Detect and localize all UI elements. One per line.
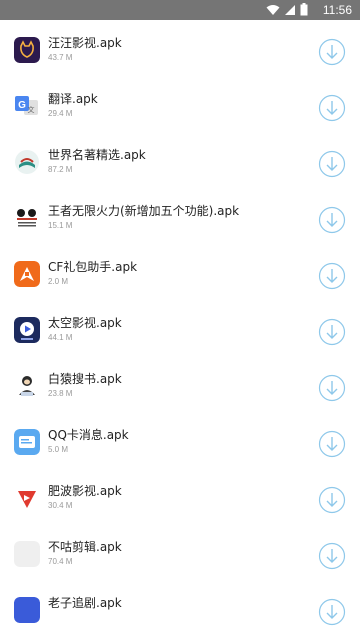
list-item[interactable]: CF礼包助手.apk 2.0 M [0, 244, 360, 300]
download-icon[interactable] [318, 150, 346, 178]
file-name: 王者无限火力(新增加五个功能).apk [48, 204, 240, 218]
file-size: 2.0 M [48, 277, 69, 286]
list-item[interactable]: 王者无限火力(新增加五个功能).apk 15.1 M [0, 188, 360, 244]
list-item[interactable]: 白猿搜书.apk 23.8 M [0, 356, 360, 412]
status-time: 11:56 [322, 3, 352, 17]
file-name: 翻译.apk [48, 92, 98, 106]
list-item[interactable]: 太空影视.apk 44.1 M [0, 300, 360, 356]
file-name: QQ卡消息.apk [48, 428, 129, 442]
file-size: 23.8 M [48, 389, 73, 398]
download-icon[interactable] [318, 430, 346, 458]
feibo-video-app-icon [14, 485, 40, 511]
file-list: 汪汪影视.apk 43.7 M G 文 翻译.apk 29.4 M 世界名著精选… [0, 20, 360, 636]
status-bar: 11:56 [0, 0, 360, 20]
download-icon[interactable] [318, 94, 346, 122]
download-icon[interactable] [318, 598, 346, 626]
download-icon[interactable] [318, 262, 346, 290]
file-size: 43.7 M [48, 53, 73, 62]
laozi-app-icon [14, 597, 40, 623]
download-icon[interactable] [318, 374, 346, 402]
list-item[interactable]: 肥波影视.apk 30.4 M [0, 468, 360, 524]
file-name: 老子追剧.apk [48, 596, 122, 610]
cf-app-icon [14, 261, 40, 287]
list-item[interactable]: 汪汪影视.apk 43.7 M [0, 20, 360, 76]
download-icon[interactable] [318, 206, 346, 234]
file-size: 44.1 M [48, 333, 73, 342]
file-name: 汪汪影视.apk [48, 36, 122, 50]
wangwang-app-icon [14, 37, 40, 63]
file-name: 肥波影视.apk [48, 484, 122, 498]
file-name: 白猿搜书.apk [48, 372, 122, 386]
download-icon[interactable] [318, 486, 346, 514]
status-icons [266, 3, 308, 16]
translate-app-icon: G 文 [14, 93, 40, 119]
file-name: CF礼包助手.apk [48, 260, 138, 274]
list-item[interactable]: QQ卡消息.apk 5.0 M [0, 412, 360, 468]
file-size: 15.1 M [48, 221, 73, 230]
books-app-icon [15, 150, 39, 174]
file-size: 70.4 M [48, 557, 73, 566]
bugu-edit-app-icon [14, 541, 40, 567]
list-item[interactable]: 老子追剧.apk [0, 580, 360, 636]
file-size: 87.2 M [48, 165, 73, 174]
king-app-icon [14, 205, 40, 231]
battery-icon [300, 3, 308, 16]
file-size: 29.4 M [48, 109, 73, 118]
download-icon[interactable] [318, 542, 346, 570]
qq-card-app-icon [14, 429, 40, 455]
svg-text:G: G [18, 100, 26, 111]
list-item[interactable]: 世界名著精选.apk 87.2 M [0, 132, 360, 188]
list-item[interactable]: G 文 翻译.apk 29.4 M [0, 76, 360, 132]
signal-icon [285, 4, 295, 15]
file-size: 5.0 M [48, 445, 69, 454]
file-name: 不咕剪辑.apk [48, 540, 122, 554]
list-item[interactable]: 不咕剪辑.apk 70.4 M [0, 524, 360, 580]
download-icon[interactable] [318, 38, 346, 66]
file-size: 30.4 M [48, 501, 73, 510]
svg-text:文: 文 [28, 105, 35, 114]
file-name: 世界名著精选.apk [48, 148, 146, 162]
ape-books-app-icon [14, 373, 40, 399]
wifi-icon [266, 4, 280, 15]
space-video-app-icon [14, 317, 40, 343]
file-name: 太空影视.apk [48, 316, 122, 330]
download-icon[interactable] [318, 318, 346, 346]
